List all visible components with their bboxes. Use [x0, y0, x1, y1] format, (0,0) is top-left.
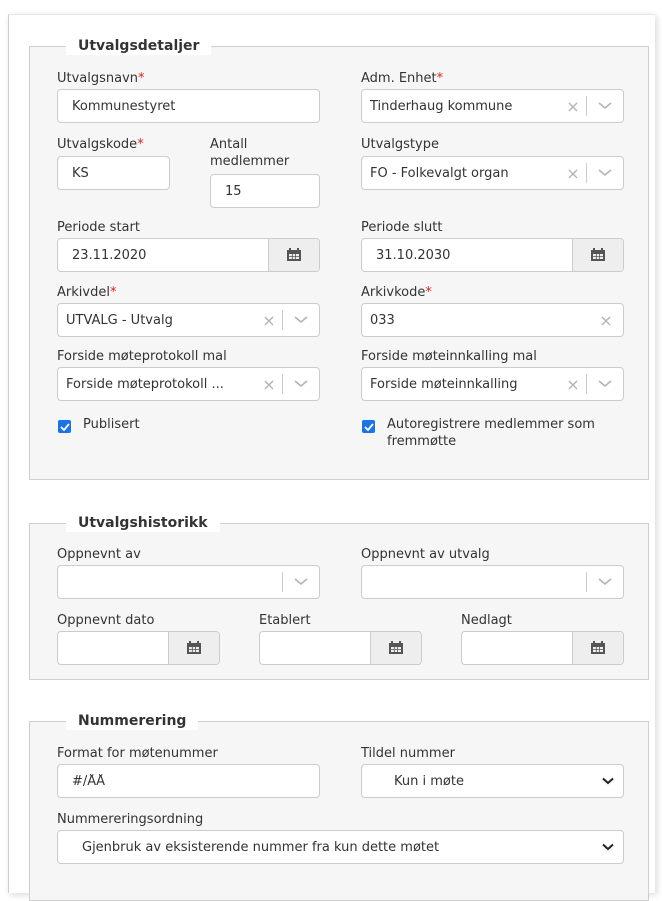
section-title-utvalgshistorikk: Utvalgshistorikk: [66, 514, 220, 532]
chevron-down-icon[interactable]: [593, 843, 623, 851]
utvalgstype-select[interactable]: FO - Folkevalgt organ ×: [361, 156, 624, 190]
ordning-label: Nummereringsordning: [57, 812, 204, 827]
nedlagt-input[interactable]: [461, 631, 624, 665]
utvalgsnavn-label: Utvalgsnavn*: [57, 71, 145, 86]
section-nummerering: Nummerering Format for møtenummer #/ÅÅ T…: [29, 712, 649, 901]
utvalgskode-input[interactable]: KS: [57, 156, 170, 190]
forside-protokoll-select[interactable]: Forside møteprotokoll ... ×: [57, 367, 320, 401]
arkivdel-value: UTVALG - Utvalg: [66, 312, 173, 328]
oppnevnt-av-utvalg-select[interactable]: [361, 565, 624, 599]
nedlagt-label: Nedlagt: [461, 613, 512, 628]
autoregistrere-checkbox[interactable]: [362, 420, 375, 433]
utvalgstype-value: FO - Folkevalgt organ: [370, 165, 509, 181]
calendar-icon[interactable]: [168, 632, 219, 664]
clear-icon[interactable]: ×: [256, 311, 282, 330]
antall-label-line2: medlemmer: [210, 154, 290, 169]
oppnevnt-dato-label: Oppnevnt dato: [57, 613, 155, 628]
oppnevnt-dato-input[interactable]: [57, 631, 220, 665]
chevron-down-icon[interactable]: [593, 777, 623, 785]
oppnevnt-av-label: Oppnevnt av: [57, 547, 141, 562]
publisert-checkbox[interactable]: [58, 420, 71, 433]
chevron-down-icon[interactable]: [587, 578, 623, 586]
arkivkode-value: 033: [370, 312, 395, 328]
ordning-value: Gjenbruk av eksisterende nummer fra kun …: [82, 839, 440, 855]
adm-enhet-select[interactable]: Tinderhaug kommune ×: [361, 89, 624, 123]
antall-medlemmer-value: 15: [225, 183, 242, 199]
periode-slutt-input[interactable]: 31.10.2030: [361, 238, 624, 272]
utvalgskode-value: KS: [72, 165, 89, 181]
forside-innkalling-select[interactable]: Forside møteinnkalling ×: [361, 367, 624, 401]
etablert-label: Etablert: [259, 613, 311, 628]
oppnevnt-av-select[interactable]: [57, 565, 320, 599]
calendar-icon[interactable]: [572, 632, 623, 664]
periode-start-input[interactable]: 23.11.2020: [57, 238, 320, 272]
clear-icon[interactable]: ×: [589, 311, 623, 330]
format-input[interactable]: #/ÅÅ: [57, 764, 320, 798]
arkivkode-input[interactable]: 033 ×: [361, 303, 624, 337]
utvalgstype-label: Utvalgstype: [361, 137, 439, 152]
chevron-down-icon[interactable]: [587, 102, 623, 110]
ordning-select[interactable]: Gjenbruk av eksisterende nummer fra kun …: [57, 830, 624, 864]
periode-start-label: Periode start: [57, 220, 140, 235]
forside-protokoll-value: Forside møteprotokoll ...: [66, 376, 224, 392]
section-utvalgsdetaljer: Utvalgsdetaljer Utvalgsnavn* Kommunestyr…: [29, 37, 649, 480]
section-utvalgshistorikk: Utvalgshistorikk Oppnevnt av Oppnevnt av…: [29, 514, 649, 680]
autoregistrere-label-line1: Autoregistrere medlemmer som: [387, 417, 595, 432]
etablert-input[interactable]: [259, 631, 422, 665]
chevron-down-icon[interactable]: [283, 316, 319, 324]
calendar-icon[interactable]: [572, 239, 623, 271]
autoregistrere-label-line2: fremmøtte: [387, 434, 457, 449]
oppnevnt-av-utvalg-label: Oppnevnt av utvalg: [361, 547, 490, 562]
section-title-nummerering: Nummerering: [66, 712, 199, 730]
periode-slutt-label: Periode slutt: [361, 220, 443, 235]
format-label: Format for møtenummer: [57, 746, 218, 761]
tildel-value: Kun i møte: [394, 773, 464, 789]
arkivdel-select[interactable]: UTVALG - Utvalg ×: [57, 303, 320, 337]
form-page: Utvalgsdetaljer Utvalgsnavn* Kommunestyr…: [8, 14, 655, 901]
adm-enhet-value: Tinderhaug kommune: [370, 98, 513, 114]
tildel-select[interactable]: Kun i møte: [361, 764, 624, 798]
clear-icon[interactable]: ×: [256, 375, 282, 394]
clear-icon[interactable]: ×: [560, 97, 586, 116]
utvalgskode-label: Utvalgskode*: [57, 137, 144, 152]
arkivdel-label: Arkivdel*: [57, 285, 117, 300]
adm-enhet-label: Adm. Enhet*: [361, 71, 444, 86]
forside-protokoll-label: Forside møteprotokoll mal: [57, 349, 227, 364]
utvalgsnavn-value: Kommunestyret: [72, 98, 176, 114]
chevron-down-icon[interactable]: [283, 380, 319, 388]
arkivkode-label: Arkivkode*: [361, 285, 432, 300]
tildel-label: Tildel nummer: [361, 746, 455, 761]
antall-medlemmer-input[interactable]: 15: [210, 174, 320, 208]
utvalgsnavn-input[interactable]: Kommunestyret: [57, 89, 320, 123]
periode-slutt-value: 31.10.2030: [376, 247, 451, 263]
chevron-down-icon[interactable]: [283, 578, 319, 586]
calendar-icon[interactable]: [268, 239, 319, 271]
chevron-down-icon[interactable]: [587, 380, 623, 388]
chevron-down-icon[interactable]: [587, 169, 623, 177]
publisert-label: Publisert: [83, 417, 140, 432]
antall-label-line1: Antall: [210, 137, 248, 152]
section-title-utvalgsdetaljer: Utvalgsdetaljer: [66, 37, 212, 55]
forside-innkalling-label: Forside møteinnkalling mal: [361, 349, 537, 364]
forside-innkalling-value: Forside møteinnkalling: [370, 376, 518, 392]
calendar-icon[interactable]: [370, 632, 421, 664]
clear-icon[interactable]: ×: [560, 375, 586, 394]
periode-start-value: 23.11.2020: [72, 247, 147, 263]
format-value: #/ÅÅ: [72, 773, 106, 789]
clear-icon[interactable]: ×: [560, 164, 586, 183]
